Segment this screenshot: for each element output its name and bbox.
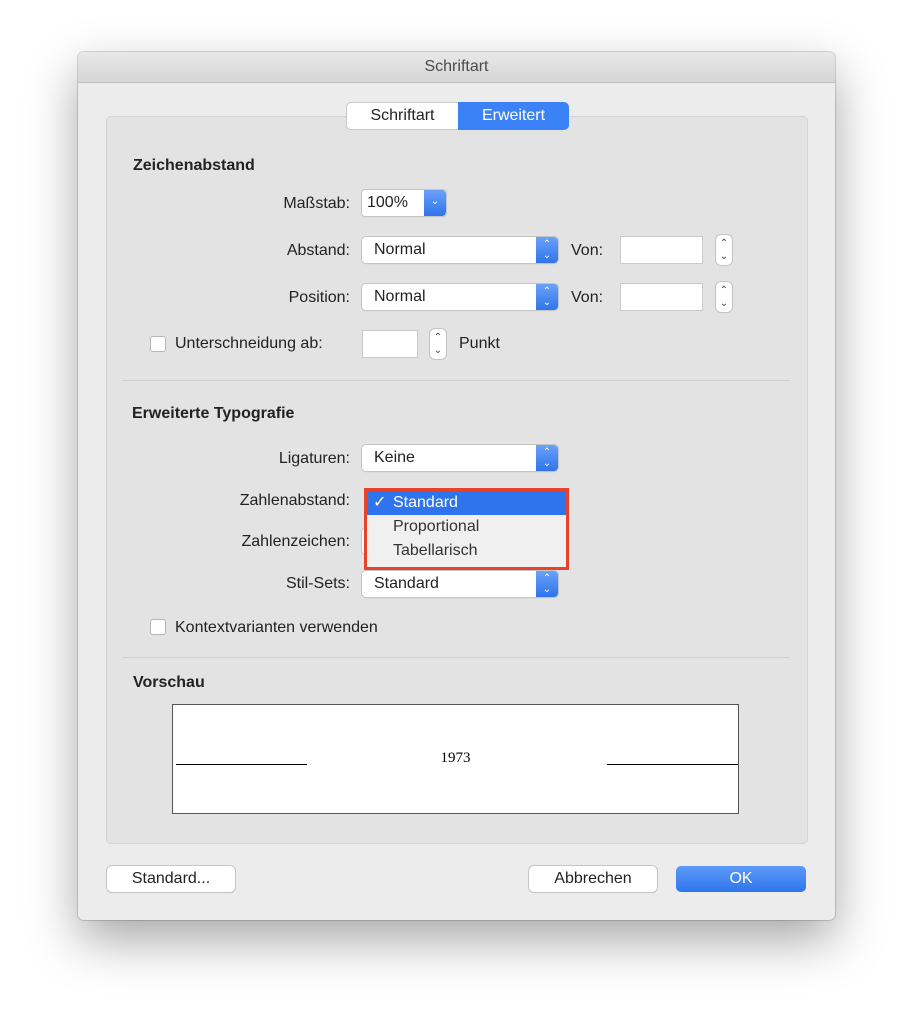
menu-item-standard[interactable]: ✓ Standard: [367, 491, 566, 515]
kerning-checkbox[interactable]: [150, 336, 166, 352]
spacing-by-label: Von:: [571, 242, 604, 259]
stylistic-sets-select[interactable]: Standard ⌃ ⌄: [362, 571, 558, 597]
stylistic-sets-value: Standard: [374, 575, 439, 592]
position-select[interactable]: Normal ⌃ ⌄: [362, 284, 558, 310]
updown-chevron-icon: ⌃⌄: [536, 571, 558, 597]
updown-chevron-icon: ⌃⌄: [536, 445, 558, 471]
number-forms-label: Zahlenzeichen:: [241, 533, 350, 550]
kerning-stepper[interactable]: ⌃ ⌄: [430, 329, 446, 359]
section-heading-typography: Erweiterte Typografie: [132, 405, 295, 422]
position-by-label: Von:: [571, 289, 604, 306]
scale-value: 100%: [367, 194, 408, 211]
scale-combobox[interactable]: 100% ⌄: [362, 190, 446, 216]
default-button[interactable]: Standard...: [107, 866, 235, 892]
spacing-select[interactable]: Normal ⌃ ⌄: [362, 237, 558, 263]
menu-item-proportional[interactable]: Proportional: [367, 515, 566, 539]
kerning-label: Unterschneidung ab:: [175, 335, 323, 352]
position-label: Position:: [288, 289, 350, 306]
preview-line: [607, 764, 738, 765]
position-value: Normal: [374, 288, 426, 305]
kerning-input[interactable]: [362, 330, 418, 358]
section-heading-preview: Vorschau: [133, 674, 205, 691]
divider: [122, 657, 790, 658]
ok-button[interactable]: OK: [676, 866, 806, 892]
spacing-value: Normal: [374, 241, 426, 258]
updown-chevron-icon: ⌃⌄: [536, 284, 558, 310]
cancel-button[interactable]: Abbrechen: [529, 866, 657, 892]
tab-font[interactable]: Schriftart: [346, 102, 459, 130]
position-by-stepper[interactable]: ⌃ ⌄: [716, 282, 732, 312]
spacing-by-stepper[interactable]: ⌃ ⌄: [716, 235, 732, 265]
checkmark-icon: ✓: [373, 494, 387, 511]
chevron-down-icon[interactable]: ⌄: [424, 190, 446, 216]
ligatures-label: Ligaturen:: [278, 450, 350, 467]
kerning-unit: Punkt: [459, 335, 500, 352]
window-title: Schriftart: [78, 52, 835, 83]
ligatures-value: Keine: [374, 449, 415, 466]
number-spacing-dropdown-menu: ✓ Standard Proportional Tabellarisch: [364, 488, 569, 570]
menu-item-label: Standard: [393, 494, 458, 511]
tab-advanced[interactable]: Erweitert: [458, 102, 569, 130]
position-by-input[interactable]: [620, 283, 703, 311]
scale-label: Maßstab:: [283, 195, 350, 212]
menu-item-tabular[interactable]: Tabellarisch: [367, 539, 566, 563]
updown-chevron-icon: ⌃⌄: [536, 237, 558, 263]
preview-box: 1973: [172, 704, 739, 814]
number-spacing-label: Zahlenabstand:: [239, 492, 350, 509]
spacing-by-input[interactable]: [620, 236, 703, 264]
contextual-label: Kontextvarianten verwenden: [175, 619, 378, 636]
section-heading-spacing: Zeichenabstand: [133, 157, 255, 174]
stylistic-sets-label: Stil-Sets:: [285, 575, 350, 592]
spacing-label: Abstand:: [286, 242, 350, 259]
contextual-checkbox[interactable]: [150, 619, 166, 635]
divider: [122, 380, 790, 381]
ligatures-select[interactable]: Keine ⌃ ⌄: [362, 445, 558, 471]
